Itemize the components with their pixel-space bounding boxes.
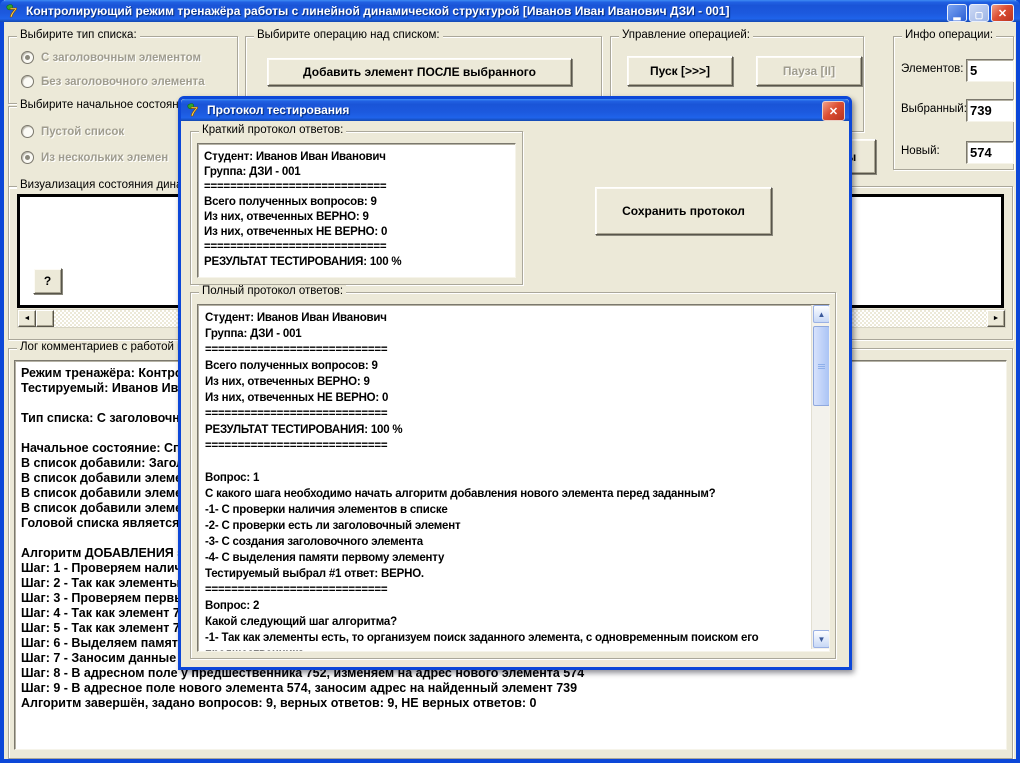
dialog-titlebar: 7 Протокол тестирования ✕ [181, 99, 849, 121]
dialog-icon: 7 [186, 102, 202, 118]
group-list-type: Выбирите тип списка: С заголовочным элем… [8, 36, 238, 104]
close-button-icon[interactable]: ✕ [991, 4, 1014, 22]
scroll-left-icon[interactable]: ◄ [18, 310, 36, 327]
main-window-title: Контролирующий режим тренажёра работы с … [26, 4, 729, 18]
full-protocol-lines: Студент: Иванов Иван ИвановичГруппа: ДЗИ… [205, 310, 807, 651]
group-list-type-label: Выбирите тип списка: [17, 29, 140, 41]
group-initial-state-label: Выбирите начальное состояни [17, 99, 188, 111]
selected-element-field[interactable]: 739 [966, 99, 1014, 122]
protocol-dialog: 7 Протокол тестирования ✕ Краткий проток… [178, 96, 852, 670]
dialog-close-icon[interactable]: ✕ [822, 101, 845, 121]
scroll-right-icon[interactable]: ► [987, 310, 1005, 327]
radio-icon[interactable] [21, 125, 34, 138]
minimize-button-icon[interactable]: ▂ [947, 4, 967, 22]
full-protocol-textbox[interactable]: Студент: Иванов Иван ИвановичГруппа: ДЗИ… [197, 304, 830, 652]
save-protocol-button[interactable]: Сохранить протокол [595, 187, 772, 235]
short-protocol-lines: Студент: Иванов Иван ИвановичГруппа: ДЗИ… [204, 150, 511, 277]
short-protocol-textbox[interactable]: Студент: Иванов Иван ИвановичГруппа: ДЗИ… [197, 143, 516, 278]
group-info-label: Инфо операции: [902, 29, 996, 41]
group-operation-label: Выбирите операцию над списком: [254, 29, 443, 41]
main-window: 7 Контролирующий режим тренажёра работы … [0, 0, 1020, 763]
help-button[interactable]: ? [33, 268, 62, 294]
full-protocol-scrollbar[interactable]: ▲ ▼ [811, 305, 829, 649]
selected-element-label: Выбранный: [901, 103, 967, 115]
new-element-label: Новый: [901, 145, 940, 157]
svg-text:7: 7 [190, 104, 198, 118]
elements-count-field[interactable]: 5 [966, 59, 1014, 82]
start-button[interactable]: Пуск [>>>] [627, 56, 733, 86]
group-log-label: Лог комментариев с работой н [17, 341, 186, 353]
scroll-up-icon[interactable]: ▲ [813, 305, 830, 323]
radio-icon[interactable] [21, 75, 34, 88]
add-after-selected-button[interactable]: Добавить элемент ПОСЛЕ выбранного [267, 58, 572, 86]
radio-icon[interactable] [21, 151, 34, 164]
main-titlebar: 7 Контролирующий режим тренажёра работы … [0, 0, 1020, 22]
radio-several-elements[interactable]: Из нескольких элемен [21, 151, 168, 164]
scrollbar-thumb[interactable] [813, 326, 830, 406]
maximize-button-icon[interactable]: ▢ [969, 4, 989, 22]
app-icon: 7 [5, 3, 21, 19]
svg-text:7: 7 [9, 5, 17, 19]
scroll-down-icon[interactable]: ▼ [813, 630, 830, 648]
pause-button[interactable]: Пауза [II] [756, 56, 862, 86]
group-full-protocol-label: Полный протокол ответов: [199, 285, 346, 297]
group-short-protocol-label: Краткий протокол ответов: [199, 124, 346, 136]
radio-with-header-element[interactable]: С заголовочным элементом [21, 51, 201, 64]
radio-without-header-element[interactable]: Без заголовочного элемента [21, 75, 205, 88]
scrollbar-thumb[interactable] [36, 310, 54, 327]
new-element-field[interactable]: 574 [966, 141, 1014, 164]
radio-empty-list[interactable]: Пустой список [21, 125, 124, 138]
dialog-title: Протокол тестирования [207, 103, 349, 117]
group-control-label: Управление операцией: [619, 29, 753, 41]
group-visualization-label: Визуализация состояния дина [17, 179, 185, 191]
radio-icon[interactable] [21, 51, 34, 64]
elements-count-label: Элементов: [901, 63, 963, 75]
